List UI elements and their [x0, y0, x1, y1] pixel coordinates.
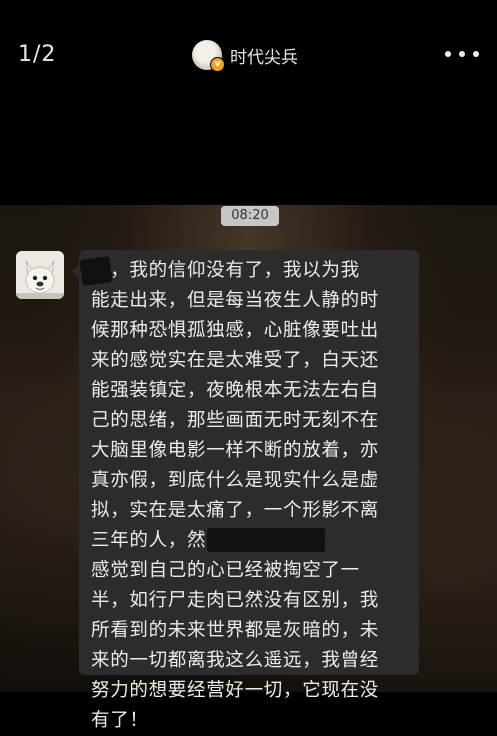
message-line: 半，如行尸走肉已然没有区别，我 [91, 590, 380, 611]
account-avatar[interactable]: v [192, 40, 225, 72]
top-bar: 1/2 v 时代尖兵 [0, 0, 497, 110]
message-line: 所看到的未来世界都是灰暗的，未 [91, 620, 380, 641]
verified-badge-icon: v [210, 57, 225, 72]
message-line: 来的一切都离我这么遥远，我曾经 [91, 650, 380, 671]
message-line: 能强装镇定，夜晚根本无法左右自 [91, 380, 380, 401]
message-line: 己的思绪，那些画面无时无刻不在 [91, 410, 380, 431]
redaction-mark [207, 528, 325, 552]
message-line: 努力的想要经营好一切，它现在没 [91, 680, 380, 701]
more-dots-icon[interactable] [445, 42, 479, 66]
account-name[interactable]: 时代尖兵 [230, 43, 298, 68]
dot [445, 51, 451, 57]
message-line: 感觉到自己的心已经被掏空了一 [91, 560, 360, 581]
message-line: 拟，实在是太痛了，一个形影不离 [91, 500, 380, 521]
message-line: 能走出来，但是每当夜生人静的时 [91, 290, 380, 311]
message-line: 候那种恐惧孤独感，心脏像要吐出 [91, 320, 380, 341]
sender-avatar[interactable] [16, 251, 64, 299]
message-timestamp: 08:20 [221, 206, 279, 226]
message-line: 大脑里像电影一样不断的放着，亦 [91, 440, 380, 461]
dot [473, 51, 479, 57]
account-header[interactable]: v 时代尖兵 [192, 38, 298, 72]
message-bubble[interactable]: 哥，我的信仰没有了，我以为我 能走出来，但是每当夜生人静的时 候那种恐惧孤独感，… [72, 250, 419, 731]
page-indicator: 1/2 [18, 42, 57, 67]
message-line: 真亦假，到底什么是现实什么是虚 [91, 470, 380, 491]
message-line: 来的感觉实在是太难受了，白天还 [91, 350, 380, 371]
french-bulldog-avatar [16, 251, 64, 299]
message-line: 哥，我的信仰没有了，我以为我 [91, 260, 360, 281]
redaction-mark [79, 256, 113, 286]
dot [459, 51, 465, 57]
message-line: 有了！ [91, 710, 149, 731]
